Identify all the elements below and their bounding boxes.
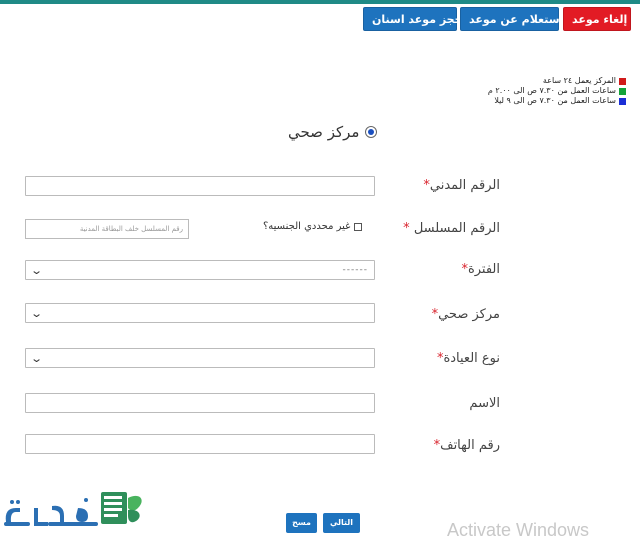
phone-input[interactable] [25, 434, 375, 454]
phone-label: رقم الهاتف* [434, 438, 500, 453]
book-leaf-icon [101, 492, 142, 524]
non-citizen-label: غير محددي الجنسيه؟ [263, 221, 351, 232]
green-square-icon [619, 87, 626, 95]
cancel-appointment-button[interactable]: إلغاء موعد [563, 7, 631, 31]
top-accent-bar [0, 0, 640, 4]
phone-label-text: رقم الهاتف [440, 438, 500, 453]
non-citizen-checkbox-option[interactable]: غير محددي الجنسيه؟ [263, 221, 363, 232]
clinic-type-label-text: نوع العيادة [443, 351, 500, 366]
legend-item: ساعات العمل من ٧.٣٠ ص الى ٩ ليلا [488, 96, 626, 106]
activate-windows-watermark: Activate Windows [447, 520, 590, 540]
name-input[interactable] [25, 393, 375, 413]
period-label: الفترة* [461, 262, 500, 277]
legend-text: ساعات العمل من ٧.٣٠ ص الى ٩ ليلا [494, 96, 616, 105]
name-label-text: الاسم [469, 396, 500, 411]
fikra-logo [4, 492, 142, 526]
legend-text: ساعات العمل من ٧.٣٠ ص الى ٢.٠٠ م [487, 86, 616, 95]
chevron-down-icon: ⌄ [30, 351, 44, 365]
clear-button[interactable]: مسح [286, 513, 317, 533]
legend-item: ساعات العمل من ٧.٣٠ ص الى ٢.٠٠ م [488, 86, 626, 96]
clinic-type-select[interactable]: ⌄ [25, 348, 375, 368]
health-center-radio-option[interactable]: مركز صحي [288, 123, 378, 141]
book-dental-appointment-button[interactable]: حجز موعد اسنان [363, 7, 463, 31]
clinic-type-label: نوع العيادة* [437, 351, 500, 366]
legend-text: المركز يعمل ٢٤ ساعة [542, 76, 616, 85]
civil-id-input[interactable] [25, 176, 375, 196]
chevron-down-icon: ⌄ [30, 306, 44, 320]
serial-label: الرقم المسلسل * [403, 221, 500, 236]
radio-button[interactable] [365, 126, 378, 138]
radio-label: مركز صحي [288, 123, 360, 141]
serial-number-input[interactable]: رقم المسلسل خلف البطاقة المدنية [25, 219, 189, 239]
next-button[interactable]: التالي [323, 513, 360, 533]
health-center-label-text: مركز صحي [438, 307, 500, 322]
blue-square-icon [619, 97, 626, 105]
period-select[interactable]: ⌄ ------ [25, 260, 375, 280]
red-square-icon [619, 77, 626, 85]
inquire-appointment-button[interactable]: استعلام عن موعد [460, 7, 563, 31]
required-mark: * [403, 221, 410, 236]
period-selected-value: ------ [342, 265, 368, 275]
health-center-label: مركز صحي* [432, 307, 500, 322]
civil-id-label: الرقم المدني* [423, 178, 500, 193]
hours-legend: المركز يعمل ٢٤ ساعة ساعات العمل من ٧.٣٠ … [488, 76, 626, 106]
legend-item: المركز يعمل ٢٤ ساعة [488, 76, 626, 86]
non-citizen-checkbox[interactable] [354, 222, 363, 231]
health-center-select[interactable]: ⌄ [25, 303, 375, 323]
serial-label-text: الرقم المسلسل [413, 221, 500, 236]
name-label: الاسم [469, 396, 500, 411]
civil-id-label-text: الرقم المدني [429, 178, 500, 193]
period-label-text: الفترة [467, 262, 500, 277]
chevron-down-icon: ⌄ [30, 263, 44, 277]
